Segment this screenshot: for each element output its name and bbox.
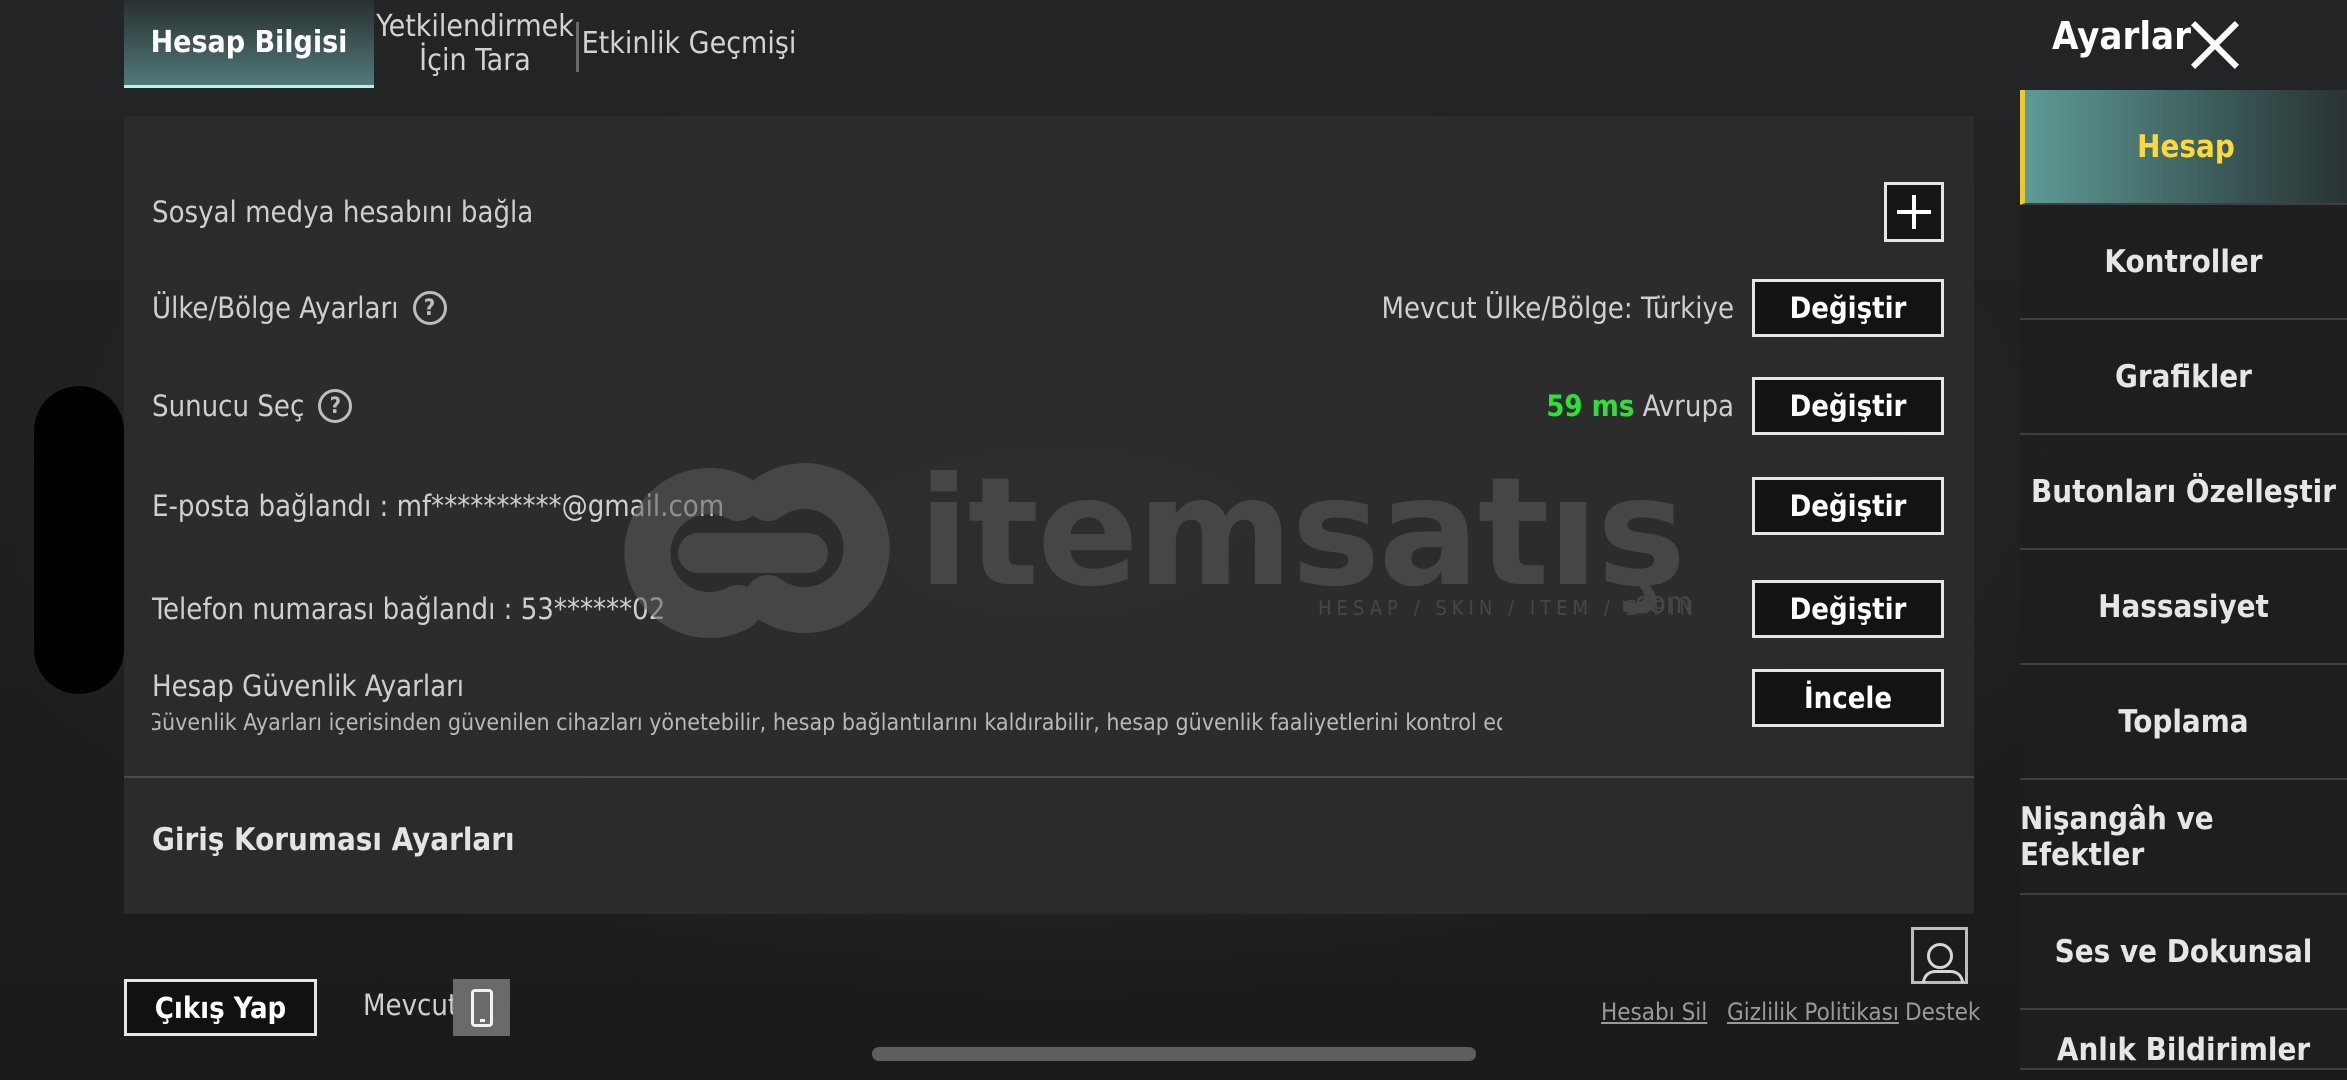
sidebar-item-customize-buttons[interactable]: Butonları Özelleştir — [2020, 435, 2347, 550]
current-region-value: Mevcut Ülke/Bölge: Türkiye — [1381, 291, 1734, 325]
security-label: Hesap Güvenlik Ayarları — [152, 669, 465, 703]
social-link-label: Sosyal medya hesabını bağla — [152, 195, 534, 229]
sidebar-item-controls[interactable]: Kontroller — [2020, 205, 2347, 320]
top-tabs: Hesap Bilgisi Yetkilendirmek İçin Tara E… — [124, 0, 799, 88]
region-row: Ülke/Bölge Ayarları ? Mevcut Ülke/Bölge:… — [152, 278, 1944, 338]
server-label: Sunucu Seç — [152, 389, 305, 423]
tab-scan-to-authorize[interactable]: Yetkilendirmek İçin Tara — [374, 0, 576, 88]
sidebar-item-label: Toplama — [2118, 703, 2249, 740]
sidebar-item-sound-haptics[interactable]: Ses ve Dokunsal — [2020, 895, 2347, 1010]
inspect-security-button[interactable]: İncele — [1752, 669, 1944, 727]
server-info: 59 ms Avrupa — [1546, 389, 1734, 423]
account-settings-panel[interactable]: Sosyal medya hesabını bağla Ülke/Bölge A… — [124, 116, 1974, 914]
tab-label: Hesap Bilgisi — [150, 24, 348, 60]
change-email-button[interactable]: Değiştir — [1752, 477, 1944, 535]
sidebar-item-label: Hassasiyet — [2098, 588, 2269, 625]
change-region-button[interactable]: Değiştir — [1752, 279, 1944, 337]
delete-account-link[interactable]: Hesabı Sil — [1601, 998, 1707, 1026]
tab-label: Yetkilendirmek İçin Tara — [376, 9, 574, 78]
sidebar-item-sensitivity[interactable]: Hassasiyet — [2020, 550, 2347, 665]
sidebar-item-notifications[interactable]: Anlık Bildirimler — [2020, 1010, 2347, 1070]
tab-activity-history[interactable]: Etkinlik Geçmişi — [579, 0, 799, 88]
current-device-label: Mevcut — [363, 988, 459, 1022]
home-indicator[interactable] — [872, 1047, 1476, 1061]
email-label: E-posta bağlandı : mf**********@gmail.co… — [152, 489, 725, 523]
change-server-button[interactable]: Değiştir — [1752, 377, 1944, 435]
section-divider — [124, 776, 1974, 778]
sidebar-item-crosshair-effects[interactable]: Nişangâh ve Efektler — [2020, 780, 2347, 895]
settings-sidebar: Hesap Kontroller Grafikler Butonları Öze… — [2020, 90, 2347, 1070]
sidebar-item-label: Butonları Özelleştir — [2031, 473, 2336, 510]
sidebar-item-label: Hesap — [2137, 128, 2235, 165]
server-ping: 59 ms — [1546, 389, 1635, 423]
tab-label: Etkinlik Geçmişi — [581, 26, 797, 61]
support-agent-icon — [1921, 942, 1964, 983]
sidebar-item-account[interactable]: Hesap — [2020, 90, 2347, 205]
social-link-row: Sosyal medya hesabını bağla — [152, 182, 1944, 242]
privacy-policy-link[interactable]: Gizlilik Politikası — [1727, 998, 1899, 1026]
phone-row: Telefon numarası bağlandı : 53******02 D… — [152, 579, 1944, 639]
add-social-account-button[interactable] — [1884, 182, 1944, 242]
settings-title: Ayarlar — [2052, 14, 2191, 58]
phone-icon — [470, 988, 493, 1027]
support-label: Destek — [1905, 998, 1981, 1026]
sidebar-item-label: Ses ve Dokunsal — [2054, 933, 2313, 970]
security-description: Güvenlik Ayarları içerisinden güvenilen … — [152, 710, 1502, 736]
email-row: E-posta bağlandı : mf**********@gmail.co… — [152, 476, 1944, 536]
close-icon[interactable] — [2190, 20, 2240, 70]
sidebar-item-label: Grafikler — [2115, 358, 2252, 395]
phone-label: Telefon numarası bağlandı : 53******02 — [152, 592, 666, 626]
screen-notch — [34, 386, 124, 694]
sidebar-item-pickup[interactable]: Toplama — [2020, 665, 2347, 780]
support-button[interactable] — [1911, 927, 1968, 984]
change-phone-button[interactable]: Değiştir — [1752, 580, 1944, 638]
sidebar-item-label: Nişangâh ve Efektler — [2020, 800, 2214, 873]
server-region: Avrupa — [1642, 389, 1734, 423]
sidebar-item-label: Anlık Bildirimler — [2056, 1032, 2311, 1068]
sidebar-item-graphics[interactable]: Grafikler — [2020, 320, 2347, 435]
tab-account-info[interactable]: Hesap Bilgisi — [124, 0, 374, 88]
help-icon[interactable]: ? — [412, 291, 447, 325]
login-protection-title: Giriş Koruması Ayarları — [152, 822, 515, 858]
server-row: Sunucu Seç ? 59 ms Avrupa Değiştir — [152, 376, 1944, 436]
logout-button[interactable]: Çıkış Yap — [124, 979, 317, 1036]
help-icon[interactable]: ? — [318, 389, 353, 423]
sidebar-item-label: Kontroller — [2104, 243, 2263, 280]
region-label: Ülke/Bölge Ayarları — [152, 291, 399, 325]
device-icon-box — [453, 979, 510, 1036]
